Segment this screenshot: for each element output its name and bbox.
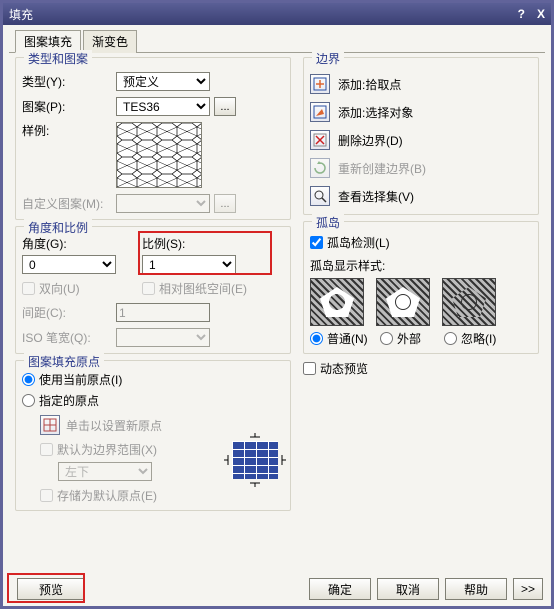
view-selection-button[interactable] — [310, 186, 330, 206]
relpaper-checkbox — [142, 282, 155, 295]
sample-preview[interactable] — [116, 122, 202, 188]
island-style-outer-swatch[interactable] — [376, 278, 430, 326]
island-detect-label: 孤岛检测(L) — [327, 234, 390, 251]
window-title: 填充 — [9, 6, 33, 23]
ellipsis-icon: ... — [220, 198, 229, 210]
island-style-label: 孤岛显示样式: — [310, 257, 532, 274]
recreate-boundary-button — [310, 158, 330, 178]
store-default-label: 存储为默认原点(E) — [57, 487, 157, 504]
pattern-browse-button[interactable]: ... — [214, 97, 236, 116]
island-normal-label: 普通(N) — [327, 330, 368, 347]
button-label: 预览 — [39, 581, 63, 598]
crosshair-icon — [43, 418, 57, 432]
default-bounds-checkbox — [40, 443, 53, 456]
pick-origin-button — [40, 415, 60, 435]
group-type-pattern: 类型和图案 类型(Y): 预定义 图案(P): T — [15, 57, 291, 220]
group-islands: 孤岛 孤岛检测(L) 孤岛显示样式: — [303, 221, 539, 354]
scale-label: 比例(S): — [142, 235, 284, 252]
cancel-button[interactable]: 取消 — [377, 578, 439, 600]
sample-label: 样例: — [22, 122, 116, 139]
group-title: 图案填充原点 — [24, 353, 104, 370]
tab-label: 图案填充 — [24, 35, 72, 49]
origin-specify-radio[interactable] — [22, 394, 35, 407]
default-bounds-label: 默认为边界范围(X) — [57, 441, 157, 458]
type-select[interactable]: 预定义 — [116, 72, 210, 91]
store-default-checkbox — [40, 489, 53, 502]
add-select-object-label: 添加:选择对象 — [338, 104, 413, 121]
dynamic-preview-checkbox[interactable] — [303, 362, 316, 375]
group-title: 角度和比例 — [24, 219, 92, 236]
pattern-select[interactable]: TES36 — [116, 97, 210, 116]
island-style-normal-swatch[interactable] — [310, 278, 364, 326]
group-title: 边界 — [312, 50, 344, 67]
island-detect-checkbox[interactable] — [310, 236, 323, 249]
close-icon[interactable]: X — [537, 7, 545, 21]
angle-label: 角度(G): — [22, 235, 142, 252]
button-bar: 预览 确定 取消 帮助 >> — [3, 572, 551, 606]
ok-button[interactable]: 确定 — [309, 578, 371, 600]
bidir-label: 双向(U) — [39, 280, 80, 297]
hex-pattern-swatch — [117, 123, 202, 188]
spacing-input — [116, 303, 210, 322]
custom-pattern-browse-button: ... — [214, 194, 236, 213]
type-label: 类型(Y): — [22, 73, 116, 90]
group-origin: 图案填充原点 使用当前原点(I) 指定的原点 — [15, 360, 291, 511]
origin-arrows-icon — [224, 433, 286, 487]
chevron-right-icon: >> — [521, 582, 535, 596]
select-object-icon — [313, 105, 327, 119]
spacing-label: 间距(C): — [22, 304, 116, 321]
group-angle-scale: 角度和比例 角度(G): 0 比例(S): 1 — [15, 226, 291, 354]
expand-button[interactable]: >> — [513, 578, 543, 600]
delete-boundary-icon — [313, 133, 327, 147]
island-normal-radio[interactable] — [310, 332, 323, 345]
island-style-ignore-swatch[interactable] — [442, 278, 496, 326]
iso-pen-select — [116, 328, 210, 347]
relpaper-label: 相对图纸空间(E) — [159, 280, 247, 297]
pick-origin-label: 单击以设置新原点 — [66, 417, 162, 434]
island-outer-radio[interactable] — [380, 332, 393, 345]
origin-current-radio[interactable] — [22, 373, 35, 386]
delete-boundary-button[interactable] — [310, 130, 330, 150]
recreate-boundary-label: 重新创建边界(B) — [338, 160, 426, 177]
island-ignore-label: 忽略(I) — [461, 330, 496, 347]
scale-select[interactable]: 1 — [142, 255, 236, 274]
tab-label: 渐变色 — [92, 35, 128, 49]
add-pick-point-button[interactable] — [310, 74, 330, 94]
island-outer-label: 外部 — [397, 330, 421, 347]
pick-point-icon — [313, 77, 327, 91]
pattern-label: 图案(P): — [22, 98, 116, 115]
button-label: 帮助 — [464, 581, 488, 598]
custom-pattern-select — [116, 194, 210, 213]
add-select-object-button[interactable] — [310, 102, 330, 122]
custom-pattern-label: 自定义图案(M): — [22, 195, 116, 212]
origin-current-label: 使用当前原点(I) — [39, 371, 122, 388]
add-pick-point-label: 添加:拾取点 — [338, 76, 401, 93]
angle-select[interactable]: 0 — [22, 255, 116, 274]
island-ignore-radio[interactable] — [444, 332, 457, 345]
origin-corner-select: 左下 — [58, 462, 152, 481]
bidir-checkbox — [22, 282, 35, 295]
iso-pen-label: ISO 笔宽(Q): — [22, 329, 116, 346]
view-selection-label: 查看选择集(V) — [338, 188, 414, 205]
preview-button[interactable]: 预览 — [17, 578, 85, 600]
recreate-icon — [313, 161, 327, 175]
group-title: 类型和图案 — [24, 50, 92, 67]
title-bar: 填充 ? X — [3, 3, 551, 25]
button-label: 确定 — [328, 581, 352, 598]
group-boundary: 边界 添加:拾取点 — [303, 57, 539, 215]
help-button[interactable]: 帮助 — [445, 578, 507, 600]
magnifier-icon — [313, 189, 327, 203]
button-label: 取消 — [396, 581, 420, 598]
help-icon[interactable]: ? — [518, 7, 525, 21]
dynamic-preview-label: 动态预览 — [320, 360, 368, 377]
origin-specify-label: 指定的原点 — [39, 392, 99, 409]
group-title: 孤岛 — [312, 214, 344, 231]
delete-boundary-label: 删除边界(D) — [338, 132, 403, 149]
ellipsis-icon: ... — [220, 101, 229, 113]
